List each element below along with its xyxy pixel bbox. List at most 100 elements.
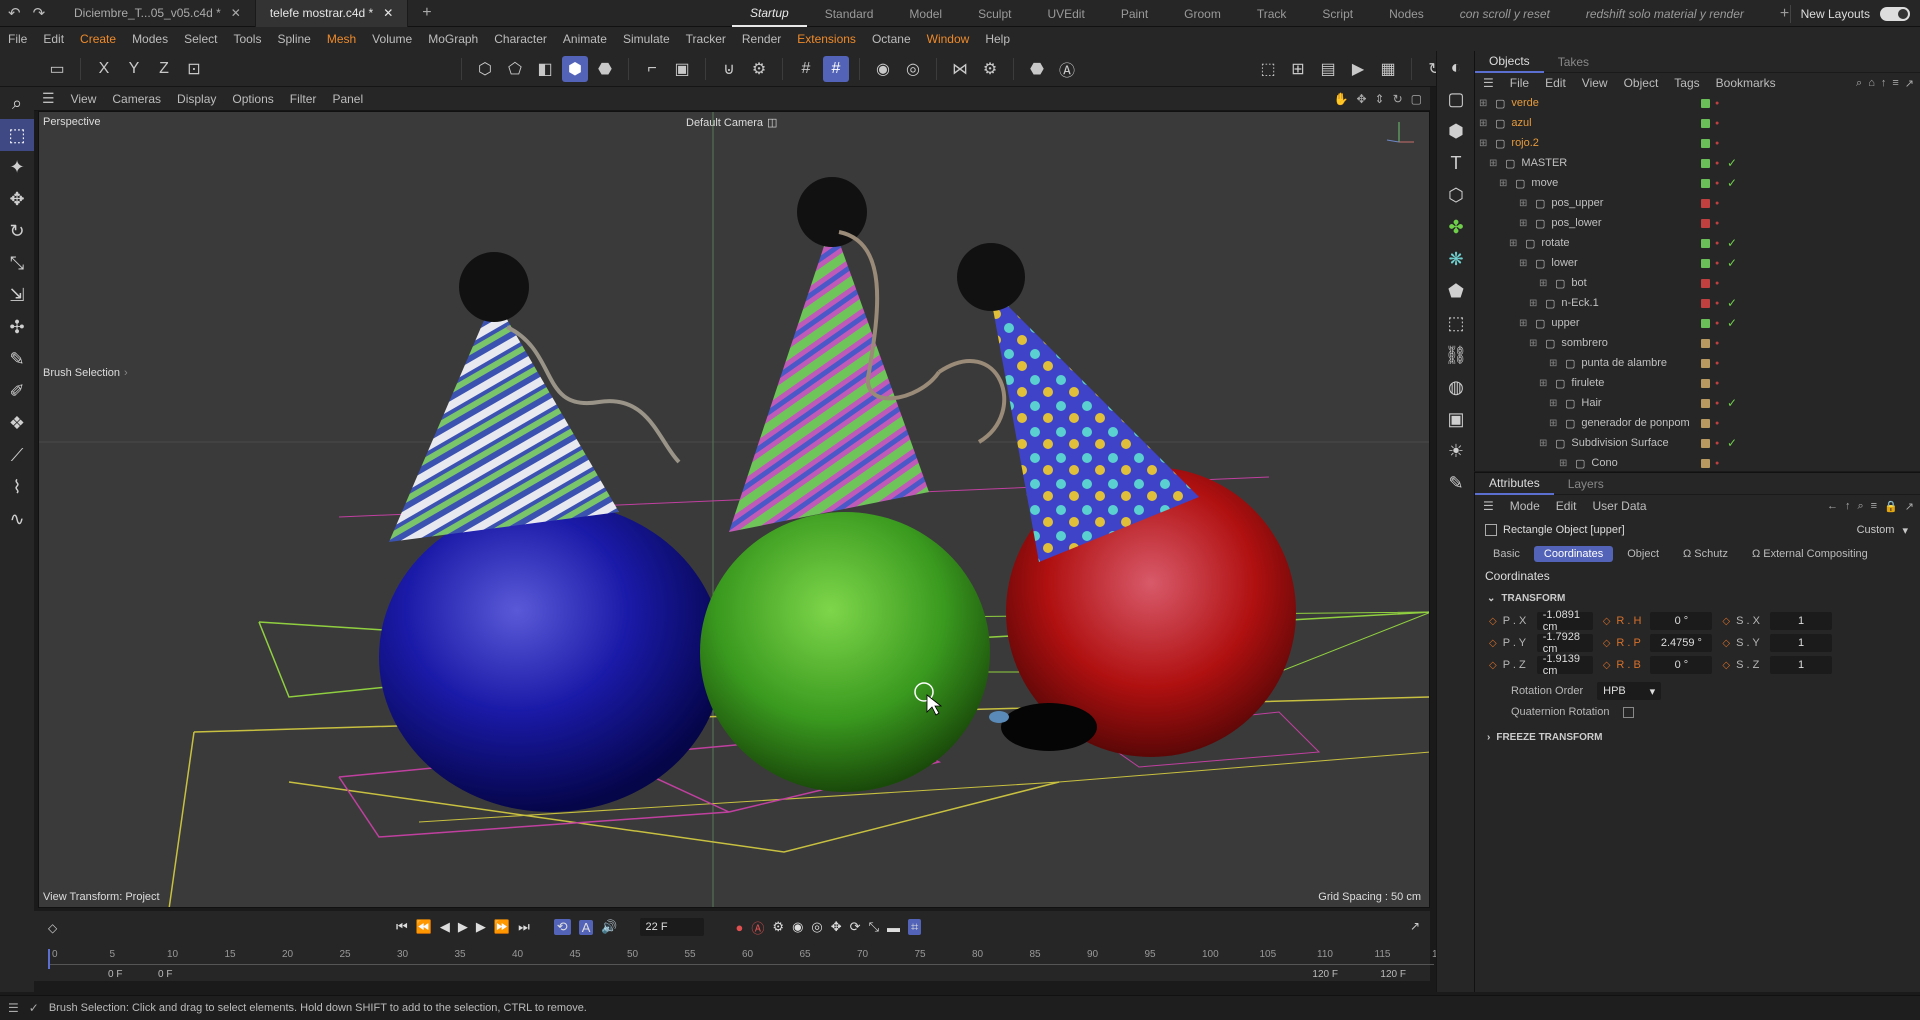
maximize-view-icon[interactable]: ▢ [1411,92,1422,106]
lock-icon[interactable]: ◎ [900,56,926,82]
key-position-icon[interactable]: ✥ [831,919,842,935]
enabled-check-icon[interactable]: ✓ [1727,296,1737,310]
expand-icon[interactable]: ⊞ [1509,238,1517,249]
visibility-dot-icon[interactable]: ● [1715,140,1719,147]
expand-icon[interactable]: ⊞ [1479,98,1487,109]
layer-color-swatch[interactable] [1701,398,1710,408]
points-mode-icon[interactable]: ⬡ [472,56,498,82]
scale-tool-icon[interactable]: ⤡ [0,247,34,279]
render-active-icon[interactable]: ⊞ [1285,56,1311,82]
expand-icon[interactable]: ⊞ [1529,338,1537,349]
object-name[interactable]: azul [1511,117,1531,129]
layer-color-swatch[interactable] [1701,458,1710,468]
cube-icon[interactable]: ⬢ [1437,115,1475,147]
keyframe-diamond-icon[interactable]: ◇ [1722,660,1730,671]
smooth-icon[interactable]: ∿ [0,503,34,535]
rotation-order-select[interactable]: HPB ▾ [1597,682,1662,700]
filter-icon[interactable]: ≡ [1892,77,1898,89]
object-name[interactable]: sombrero [1561,337,1607,349]
snap-icon[interactable]: # [823,55,849,82]
expand-icon[interactable]: ⊞ [1519,198,1527,209]
texture-mode-icon[interactable]: ▣ [669,56,695,82]
enabled-check-icon[interactable]: ✓ [1727,236,1737,250]
deformer-icon[interactable]: ❋ [1437,243,1475,275]
tab-takes[interactable]: Takes [1544,51,1603,73]
menu-volume[interactable]: Volume [364,32,420,46]
up-arrow-icon[interactable]: ↑ [1881,77,1887,89]
tab-attributes[interactable]: Attributes [1475,473,1554,495]
keyframe-diamond-icon[interactable]: ◇ [1603,660,1611,671]
object-name[interactable]: rotate [1541,237,1569,249]
keyframe-diamond-icon[interactable]: ◇ [1603,616,1611,627]
attr-menu-icon[interactable]: ☰ [1475,499,1502,513]
expand-icon[interactable]: ⊞ [1549,358,1557,369]
object-name[interactable]: Cono [1591,457,1617,469]
max-frame[interactable]: 120 F [1380,969,1406,980]
layout-tab[interactable]: Model [891,0,960,27]
expand-icon[interactable]: ⊞ [1559,458,1567,469]
menu-render[interactable]: Render [734,32,789,46]
keyframe-diamond-icon[interactable]: ◇ [1722,638,1730,649]
camera-selector[interactable]: Default Camera ◫ [686,116,777,130]
expand-icon[interactable]: ⊞ [1499,178,1507,189]
redo-icon[interactable]: ↷ [33,4,46,22]
spline-sketch-icon[interactable]: ✐ [0,375,34,407]
object-row[interactable]: ⊞ ▢ Subdivision Surface ● ✓ [1475,433,1920,453]
layer-color-swatch[interactable] [1701,278,1710,288]
frame-ruler[interactable]: 0 5 10 15 20 25 30 35 40 45 50 55 60 65 70 75 80 85 90 95 10… [48,949,1449,965]
menu-file[interactable]: File [0,32,35,46]
attr-menu-user-data[interactable]: User Data [1584,499,1654,513]
cloner-icon[interactable]: ✤ [1437,211,1475,243]
object-row[interactable]: ⊞ ▢ lower ● ✓ [1475,253,1920,273]
brush-icon[interactable]: ⟋ [0,439,34,471]
attr-tab-basic[interactable]: Basic [1483,546,1530,562]
key-scale-icon[interactable]: ⤡ [869,919,879,935]
layout-tab[interactable]: Standard [807,0,892,27]
scene-icon[interactable]: ⬚ [1437,307,1475,339]
coordinate-system-icon[interactable]: ⊡ [181,56,207,82]
undo-icon[interactable]: ↶ [8,4,21,22]
enabled-check-icon[interactable]: ✓ [1727,396,1737,410]
min-frame[interactable]: 0 F [108,969,122,980]
filter-icon[interactable]: ≡ [1871,500,1877,512]
menu-icon[interactable]: ☰ [8,1001,19,1015]
field-value[interactable]: -1.9139 cm [1536,653,1593,677]
back-arrow-icon[interactable]: ← [1827,500,1838,512]
field-value[interactable]: 1 [1770,612,1833,630]
layer-color-swatch[interactable] [1701,198,1710,208]
keyframe-diamond-icon[interactable]: ◇ [1603,638,1611,649]
layer-color-swatch[interactable] [1701,158,1710,168]
render-picture-viewer-icon[interactable]: ▶ [1345,56,1371,82]
viewport-menu-cameras[interactable]: Cameras [104,92,169,106]
record-icon[interactable]: ● [736,920,744,935]
viewport-menu-panel[interactable]: Panel [324,92,371,106]
document-tab[interactable]: Diciembre_T...05_v05.c4d * ✕ [60,0,256,27]
object-name[interactable]: lower [1551,257,1577,269]
attr-tab-external-compositing[interactable]: Ω External Compositing [1742,546,1878,562]
field-value[interactable]: 0 ° [1650,656,1713,674]
visibility-dot-icon[interactable]: ● [1715,340,1719,347]
object-name[interactable]: rojo.2 [1511,137,1539,149]
menu-create[interactable]: Create [72,32,124,46]
settings-gear-icon[interactable]: ⚙ [746,56,772,82]
key-param-icon[interactable]: ▬ [887,920,900,935]
motion-clip-icon[interactable]: ◉ [792,919,803,935]
enabled-check-icon[interactable]: ✓ [1727,176,1737,190]
expand-icon[interactable]: ⊞ [1479,118,1487,129]
object-name[interactable]: MASTER [1521,157,1567,169]
object-name[interactable]: n-Eck.1 [1561,297,1598,309]
document-tab-active[interactable]: telefe mostrar.c4d * ✕ [255,0,409,27]
object-row[interactable]: ⊞ ▢ rotate ● ✓ [1475,233,1920,253]
layer-color-swatch[interactable] [1701,118,1710,128]
layout-tab[interactable]: Sculpt [960,0,1029,27]
next-key-icon[interactable]: ⏩ [494,919,510,935]
search-icon[interactable]: ⌕ [1857,500,1863,513]
layout-tab[interactable]: con scroll y reset [1442,0,1568,27]
expand-icon[interactable]: ⊞ [1489,158,1497,169]
spline-pen-icon[interactable]: ✎ [0,343,34,375]
visibility-dot-icon[interactable]: ● [1715,420,1719,427]
object-row[interactable]: ⊞ ▢ firulete ● [1475,373,1920,393]
text-icon[interactable]: T [1437,147,1475,179]
layout-tab[interactable]: Startup [732,0,807,27]
symmetry-settings-icon[interactable]: ⚙ [977,56,1003,82]
